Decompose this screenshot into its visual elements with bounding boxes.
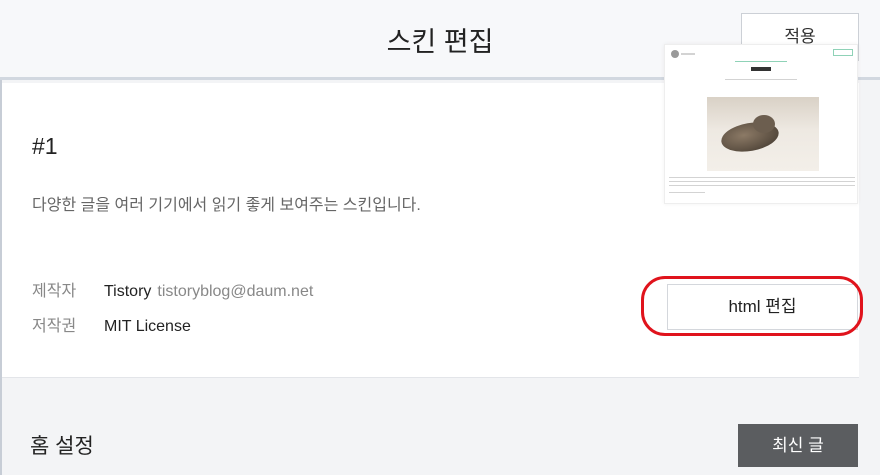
author-label: 제작자 [32, 283, 77, 300]
author-email: tistoryblog@daum.net [157, 283, 314, 300]
skin-description: 다양한 글을 여러 기기에서 읽기 좋게 보여주는 스킨입니다. [32, 197, 421, 214]
thumbnail-line [669, 185, 855, 186]
highlight-annotation [641, 276, 863, 336]
thumbnail-line [669, 192, 705, 193]
cat-head [753, 115, 775, 133]
home-settings-title: 홈 설정 [30, 435, 94, 458]
author-name: Tistory [104, 283, 152, 300]
cat-photo [707, 97, 819, 171]
skin-name: #1 [32, 133, 58, 159]
license-row: 저작권 MIT License [32, 312, 191, 336]
latest-posts-button[interactable]: 최신 글 [738, 424, 858, 467]
thumbnail-title [751, 67, 771, 71]
thumbnail-button [833, 49, 853, 56]
skin-thumbnail [664, 44, 858, 204]
license-value: MIT License [104, 318, 191, 335]
author-row: 제작자 Tistory tistoryblog@daum.net [32, 277, 313, 301]
thumbnail-line [669, 181, 855, 182]
thumbnail-line [725, 79, 797, 80]
license-label: 저작권 [32, 318, 77, 335]
thumbnail-line [735, 61, 787, 62]
thumbnail-avatar [671, 50, 679, 58]
thumbnail-line [681, 53, 695, 55]
thumbnail-line [669, 177, 855, 178]
